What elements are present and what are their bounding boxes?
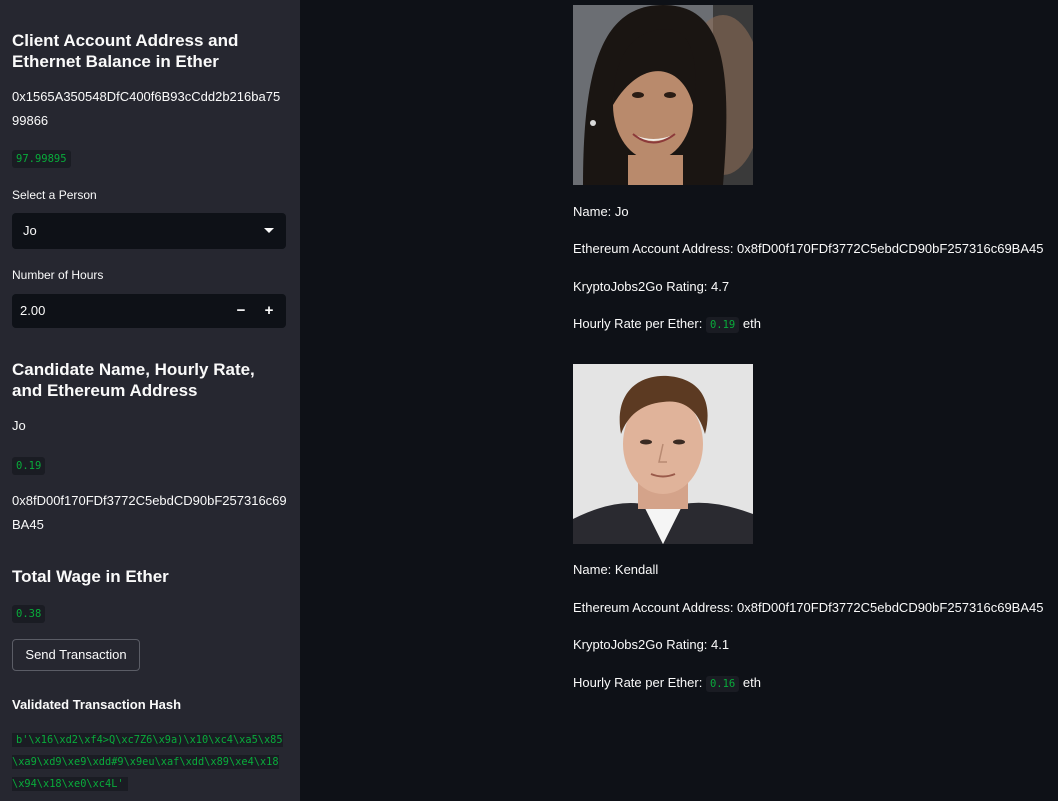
candidate-name: Jo: [12, 418, 26, 433]
transaction-hash-value: b'\x16\xd2\xf4>Q\xc7Z6\x9a)\x10\xc4\xa5\…: [12, 733, 283, 791]
rate-value: 0.19: [705, 317, 740, 333]
rate-prefix: Hourly Rate per Ether:: [573, 675, 703, 690]
send-transaction-button[interactable]: Send Transaction: [12, 639, 140, 671]
candidate-address-line: Ethereum Account Address: 0x8fD00f170FDf…: [573, 241, 1044, 256]
select-person-label: Select a Person: [12, 188, 97, 202]
hours-value: 2.00: [20, 303, 46, 318]
person-select[interactable]: Jo: [12, 213, 286, 249]
rate-suffix: eth: [742, 675, 761, 690]
chevron-down-icon: [264, 228, 274, 233]
candidate-name-line: Name: Kendall: [573, 562, 659, 577]
wage-heading: Total Wage in Ether: [12, 567, 169, 586]
account-heading: Client Account Address and Ethernet Bala…: [12, 31, 239, 71]
person-photo-icon: [573, 364, 753, 544]
sidebar: Client Account Address and Ethernet Bala…: [0, 0, 300, 801]
person-select-value: Jo: [23, 223, 37, 238]
wage-value: 0.38: [12, 605, 46, 623]
balance-value: 97.99895: [12, 150, 71, 168]
candidate-address-line: Ethereum Account Address: 0x8fD00f170FDf…: [573, 600, 1044, 615]
hours-label: Number of Hours: [12, 268, 104, 282]
candidate-rating-line: KryptoJobs2Go Rating: 4.1: [573, 637, 730, 652]
rate-value: 0.16: [705, 676, 740, 692]
person-photo-icon: [573, 5, 753, 185]
candidate-rate: 0.19: [12, 457, 46, 475]
hours-input[interactable]: 2.00 − +: [12, 294, 286, 328]
candidate-rating-line: KryptoJobs2Go Rating: 4.7: [573, 279, 730, 294]
main-content: Name: Jo Ethereum Account Address: 0x8fD…: [300, 0, 1058, 801]
candidate-name-line: Name: Jo: [573, 204, 629, 219]
candidate-card-jo: Name: Jo Ethereum Account Address: 0x8fD…: [573, 5, 1053, 345]
rate-suffix: eth: [742, 316, 761, 331]
candidate-photo-jo: [573, 5, 753, 185]
candidate-heading: Candidate Name, Hourly Rate, and Ethereu…: [12, 360, 255, 400]
candidate-rate-line: Hourly Rate per Ether: 0.16 eth: [573, 675, 761, 692]
rate-prefix: Hourly Rate per Ether:: [573, 316, 703, 331]
candidate-photo-kendall: [573, 364, 753, 544]
candidate-rate-line: Hourly Rate per Ether: 0.19 eth: [573, 316, 761, 333]
decrement-button[interactable]: −: [226, 294, 256, 328]
account-address: 0x1565A350548DfC400f6B93cCdd2b216ba75998…: [12, 89, 281, 128]
hash-heading: Validated Transaction Hash: [12, 697, 182, 712]
candidate-card-kendall: Name: Kendall Ethereum Account Address: …: [573, 364, 1053, 704]
transaction-hash: b'\x16\xd2\xf4>Q\xc7Z6\x9a)\x10\xc4\xa5\…: [12, 729, 283, 795]
increment-button[interactable]: +: [254, 294, 284, 328]
candidate-address: 0x8fD00f170FDf3772C5ebdCD90bF257316c69BA…: [12, 493, 287, 532]
